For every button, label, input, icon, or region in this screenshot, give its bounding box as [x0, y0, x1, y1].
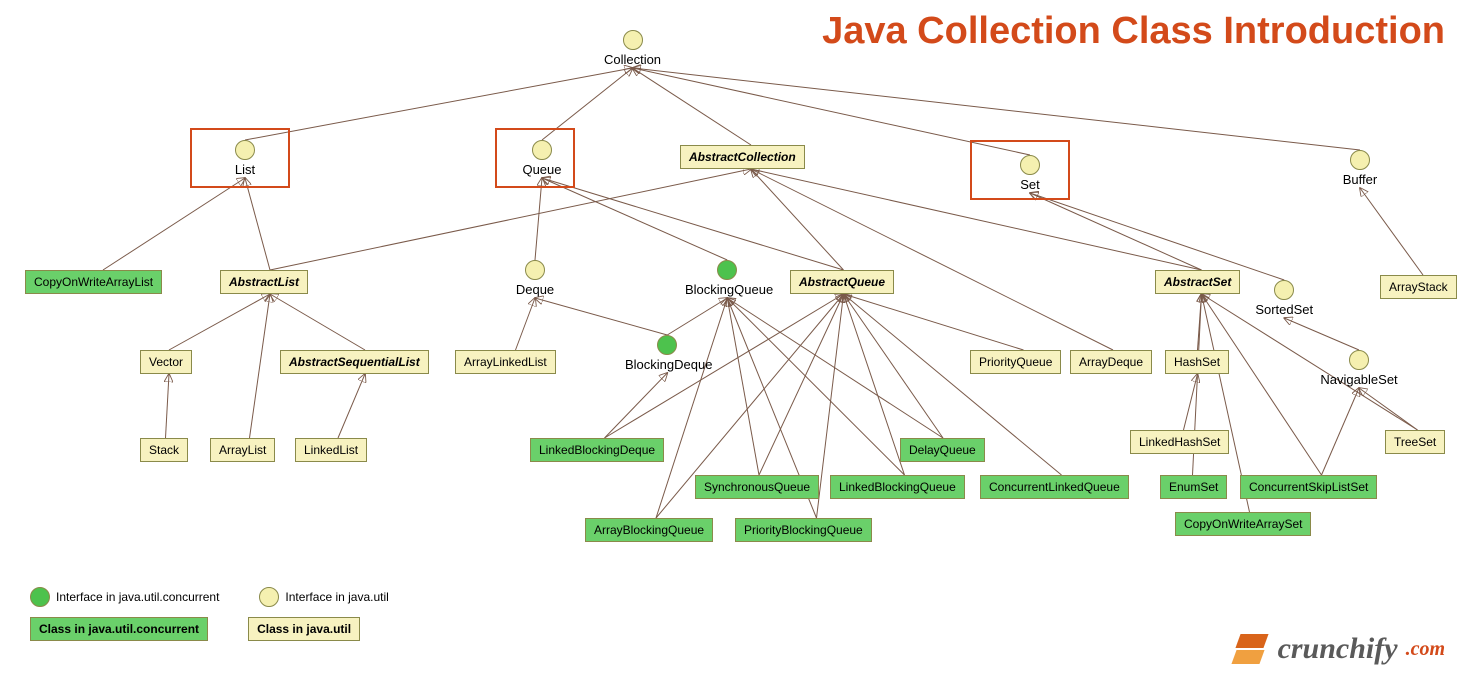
node-label: AbstractQueue [790, 270, 894, 294]
node-Buffer: Buffer [1340, 150, 1380, 187]
node-label: LinkedBlockingDeque [530, 438, 664, 462]
node-label: NavigableSet [1320, 372, 1398, 387]
node-label: ArrayBlockingQueue [585, 518, 713, 542]
node-label: BlockingDeque [625, 357, 710, 372]
node-LinkedList: LinkedList [295, 438, 367, 462]
node-SortedSet: SortedSet [1255, 280, 1314, 317]
circle-icon [1020, 155, 1040, 175]
node-label: LinkedHashSet [1130, 430, 1229, 454]
node-LinkedBlockingQueue: LinkedBlockingQueue [830, 475, 965, 499]
node-label: DelayQueue [900, 438, 985, 462]
circle-icon [1349, 350, 1369, 370]
node-Deque: Deque [515, 260, 555, 297]
node-label: Stack [140, 438, 188, 462]
node-label: SortedSet [1255, 302, 1314, 317]
node-HashSet: HashSet [1165, 350, 1229, 374]
node-Collection: Collection [600, 30, 665, 67]
node-label: AbstractCollection [680, 145, 805, 169]
node-label: ArrayStack [1380, 275, 1457, 299]
node-label: EnumSet [1160, 475, 1227, 499]
node-AbstractList: AbstractList [220, 270, 308, 294]
node-LinkedBlockingDeque: LinkedBlockingDeque [530, 438, 664, 462]
node-AbstractCollection: AbstractCollection [680, 145, 805, 169]
circle-icon [1350, 150, 1370, 170]
node-ArrayBlockingQueue: ArrayBlockingQueue [585, 518, 713, 542]
node-label: AbstractList [220, 270, 308, 294]
circle-icon [1274, 280, 1294, 300]
node-label: PriorityQueue [970, 350, 1061, 374]
node-label: ArrayLinkedList [455, 350, 556, 374]
node-label: Deque [515, 282, 555, 297]
node-label: LinkedList [295, 438, 367, 462]
circle-icon [532, 140, 552, 160]
node-label: Queue [522, 162, 562, 177]
node-label: SynchronousQueue [695, 475, 819, 499]
node-label: ArrayDeque [1070, 350, 1152, 374]
node-label: CopyOnWriteArraySet [1175, 512, 1311, 536]
circle-icon [623, 30, 643, 50]
node-NavigableSet: NavigableSet [1320, 350, 1398, 387]
node-AbstractSequentialList: AbstractSequentialList [280, 350, 429, 374]
circle-icon [235, 140, 255, 160]
node-DelayQueue: DelayQueue [900, 438, 985, 462]
node-PriorityQueue: PriorityQueue [970, 350, 1061, 374]
node-BlockingQueue: BlockingQueue [685, 260, 770, 297]
node-LinkedHashSet: LinkedHashSet [1130, 430, 1229, 454]
node-label: ArrayList [210, 438, 275, 462]
node-ArrayLinkedList: ArrayLinkedList [455, 350, 556, 374]
circle-icon [525, 260, 545, 280]
node-AbstractQueue: AbstractQueue [790, 270, 894, 294]
node-CopyOnWriteArrayList: CopyOnWriteArrayList [25, 270, 162, 294]
node-label: AbstractSequentialList [280, 350, 429, 374]
node-label: List [225, 162, 265, 177]
node-ArrayStack: ArrayStack [1380, 275, 1457, 299]
node-SynchronousQueue: SynchronousQueue [695, 475, 819, 499]
node-TreeSet: TreeSet [1385, 430, 1445, 454]
node-ArrayList: ArrayList [210, 438, 275, 462]
node-label: PriorityBlockingQueue [735, 518, 872, 542]
node-EnumSet: EnumSet [1160, 475, 1227, 499]
node-label: ConcurrentLinkedQueue [980, 475, 1129, 499]
node-label: HashSet [1165, 350, 1229, 374]
node-label: BlockingQueue [685, 282, 770, 297]
node-label: CopyOnWriteArrayList [25, 270, 162, 294]
node-ConcurrentLinkedQueue: ConcurrentLinkedQueue [980, 475, 1129, 499]
node-ConcurrentSkipListSet: ConcurrentSkipListSet [1240, 475, 1377, 499]
node-Queue: Queue [522, 140, 562, 177]
node-label: AbstractSet [1155, 270, 1240, 294]
node-List: List [225, 140, 265, 177]
node-PriorityBlockingQueue: PriorityBlockingQueue [735, 518, 872, 542]
node-BlockingDeque: BlockingDeque [625, 335, 710, 372]
node-label: LinkedBlockingQueue [830, 475, 965, 499]
node-label: Buffer [1340, 172, 1380, 187]
node-ArrayDeque: ArrayDeque [1070, 350, 1152, 374]
node-label: Vector [140, 350, 192, 374]
node-label: Set [1010, 177, 1050, 192]
node-Set: Set [1010, 155, 1050, 192]
node-label: Collection [600, 52, 665, 67]
node-Stack: Stack [140, 438, 188, 462]
edges-layer [0, 0, 1465, 681]
node-label: ConcurrentSkipListSet [1240, 475, 1377, 499]
circle-icon [717, 260, 737, 280]
circle-icon [657, 335, 677, 355]
node-AbstractSet: AbstractSet [1155, 270, 1240, 294]
node-CopyOnWriteArraySet: CopyOnWriteArraySet [1175, 512, 1311, 536]
node-Vector: Vector [140, 350, 192, 374]
node-label: TreeSet [1385, 430, 1445, 454]
